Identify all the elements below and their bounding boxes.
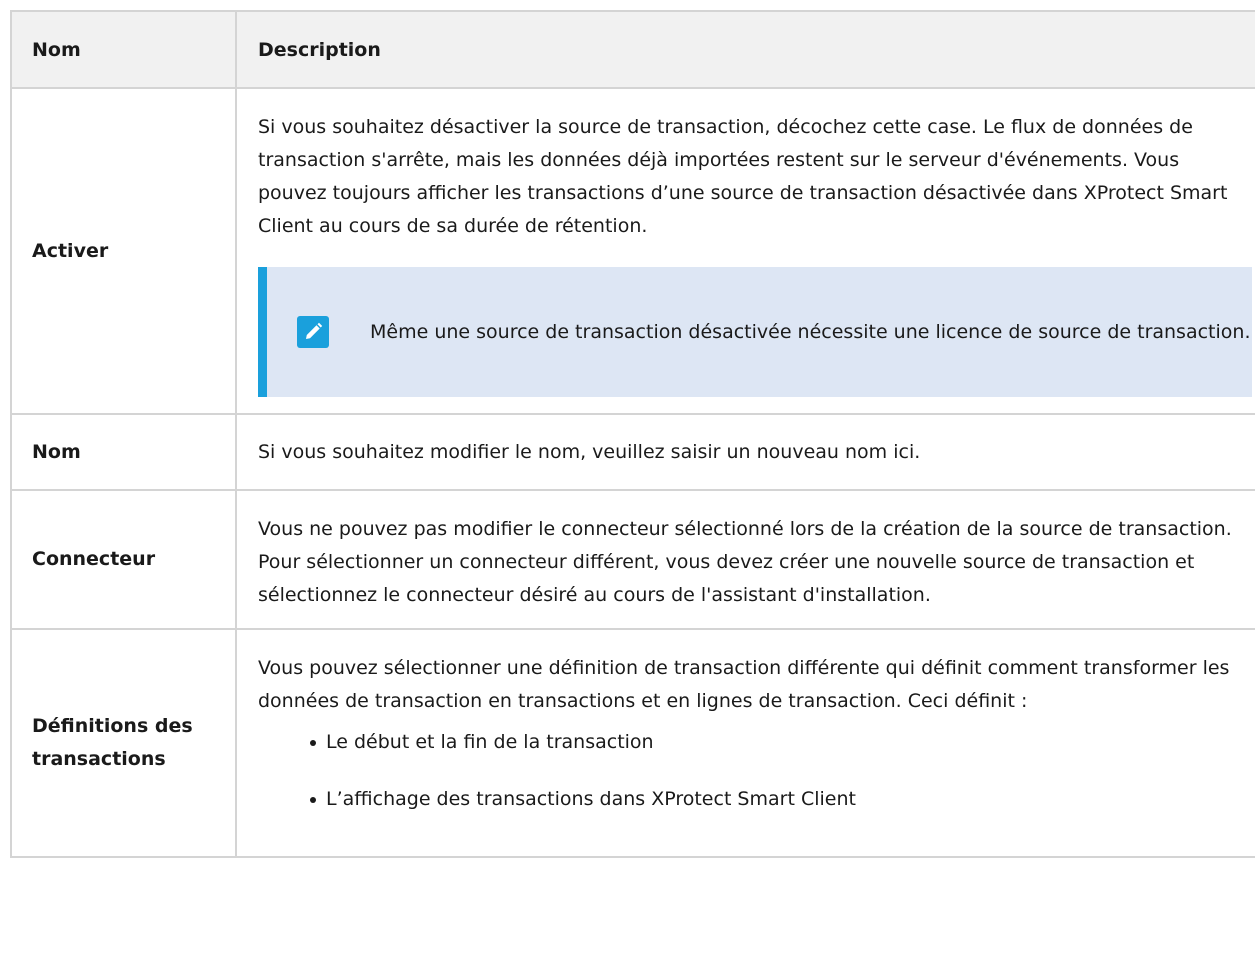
table-header-row: Nom Description: [10, 10, 1255, 89]
pencil-note-icon: [297, 316, 329, 348]
row-description-cell: Si vous souhaitez désactiver la source d…: [235, 87, 1255, 415]
properties-table: Nom Description Activer Si vous souhaite…: [10, 10, 1255, 858]
row-name: Définitions des transactions: [10, 628, 237, 858]
table-row-definitions: Définitions des transactions Vous pouvez…: [10, 628, 1255, 858]
row-name: Connecteur: [10, 489, 237, 630]
row-description: Si vous souhaitez modifier le nom, veuil…: [235, 413, 1255, 491]
row-description-cell: Vous pouvez sélectionner une définition …: [235, 628, 1255, 858]
row-name: Nom: [10, 413, 237, 491]
table-row-activer: Activer Si vous souhaitez désactiver la …: [10, 87, 1255, 415]
list-item: L’affichage des transactions dans XProte…: [310, 783, 1252, 816]
bullet-list: Le début et la fin de la transaction L’a…: [258, 726, 1252, 816]
table-row-nom: Nom Si vous souhaitez modifier le nom, v…: [10, 413, 1255, 491]
table-row-connecteur: Connecteur Vous ne pouvez pas modifier l…: [10, 489, 1255, 630]
row-description: Si vous souhaitez désactiver la source d…: [258, 116, 1228, 237]
list-item: Le début et la fin de la transaction: [310, 726, 1252, 759]
row-description: Vous ne pouvez pas modifier le connecteu…: [235, 489, 1255, 630]
note-box: Même une source de transaction désactivé…: [258, 267, 1252, 397]
row-name: Activer: [10, 87, 237, 415]
column-header-name: Nom: [10, 10, 237, 89]
column-header-description: Description: [235, 10, 1255, 89]
note-text: Même une source de transaction désactivé…: [370, 320, 1251, 343]
row-description: Vous pouvez sélectionner une définition …: [258, 657, 1230, 712]
